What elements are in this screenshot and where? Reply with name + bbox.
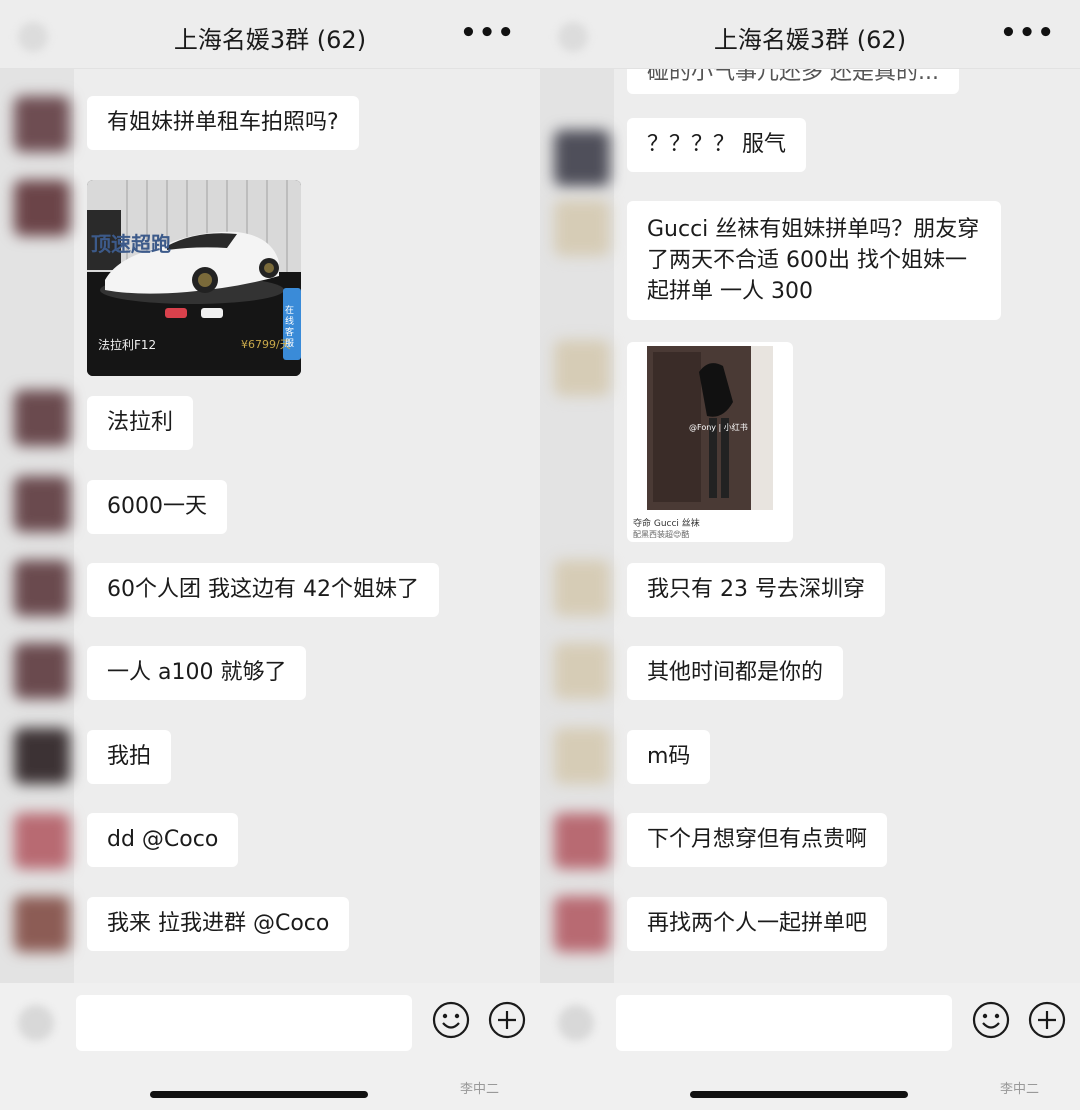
message-bubble[interactable]: 其他时间都是你的 <box>627 646 844 700</box>
image-subcaption: 配黑西装超😍酷 <box>633 530 690 539</box>
stockings-photo <box>647 346 773 510</box>
message-bubble[interactable]: 法拉利 <box>87 396 194 450</box>
chat-screen-right: 上海名媛3群 (62) ••• 碰的小气事儿还多 还是真的... ？？？？ 服气… <box>540 0 1080 1110</box>
message-bubble[interactable]: 一人 a100 就够了 <box>87 646 307 700</box>
input-bar: 李中二 <box>0 983 540 1110</box>
message-bubble[interactable]: m码 <box>627 730 711 784</box>
image-caption: 夺命 Gucci 丝袜 <box>633 519 700 529</box>
more-horizontal-icon[interactable]: ••• <box>1000 18 1056 48</box>
group-title: 上海名媛3群 (62) <box>173 26 367 54</box>
message-list: 碰的小气事儿还多 还是真的... ？？？？ 服气 Gucci 丝袜有姐妹拼单吗？… <box>540 68 1080 983</box>
message-bubble[interactable]: Gucci 丝袜有姐妹拼单吗？朋友穿了两天不合适 600出 找个姐妹一起拼单 一… <box>627 201 1001 320</box>
message-input[interactable] <box>616 995 952 1051</box>
emoji-icon[interactable] <box>432 1001 470 1039</box>
message-list: 有姐妹拼单租车拍照吗? 顶速超跑 法拉利F12 ¥6799/天 在线客服 法拉利… <box>0 68 540 983</box>
home-indicator <box>150 1091 368 1098</box>
chat-header: 上海名媛3群 (62) ••• <box>0 0 540 69</box>
chat-screen-left: 上海名媛3群 (62) ••• 有姐妹拼单租车拍照吗? 顶速超跑 法拉利F12 … <box>0 0 540 1110</box>
brand-text: 顶速超跑 <box>91 232 171 256</box>
message-bubble[interactable]: 再找两个人一起拼单吧 <box>627 897 888 951</box>
watermark: 李中二 <box>460 1082 500 1097</box>
message-bubble[interactable]: 我来 拉我进群 @Coco <box>87 897 350 951</box>
input-bar: 李中二 <box>540 983 1080 1110</box>
online-service-badge[interactable]: 在线客服 <box>285 306 297 350</box>
message-bubble[interactable]: 有姐妹拼单租车拍照吗? <box>87 96 359 150</box>
gucci-stockings-image[interactable]: @Fony | 小红书 夺命 Gucci 丝袜 配黑西装超😍酷 <box>627 342 793 542</box>
car-rental-image[interactable]: 顶速超跑 法拉利F12 ¥6799/天 在线客服 <box>87 180 301 376</box>
message-bubble[interactable]: dd @Coco <box>87 813 239 867</box>
message-bubble[interactable]: 60个人团 我这边有 42个姐妹了 <box>87 563 439 617</box>
message-bubble[interactable]: 6000一天 <box>87 480 227 534</box>
plus-icon[interactable] <box>488 1001 526 1039</box>
message-bubble[interactable]: 我只有 23 号去深圳穿 <box>627 563 885 617</box>
voice-icon[interactable] <box>18 1005 54 1041</box>
car-caption: 法拉利F12 <box>98 338 157 352</box>
image-tag: @Fony | 小红书 <box>689 423 748 432</box>
voice-icon[interactable] <box>558 1005 594 1041</box>
message-input[interactable] <box>76 995 412 1051</box>
message-bubble[interactable]: ？？？？ 服气 <box>627 118 806 172</box>
home-indicator <box>690 1091 908 1098</box>
more-horizontal-icon[interactable]: ••• <box>460 18 516 48</box>
group-title: 上海名媛3群 (62) <box>713 26 907 54</box>
car-price: ¥6799/天 <box>241 338 291 351</box>
emoji-icon[interactable] <box>972 1001 1010 1039</box>
message-bubble[interactable]: 下个月想穿但有点贵啊 <box>627 813 888 867</box>
plus-icon[interactable] <box>1028 1001 1066 1039</box>
message-bubble-partial[interactable]: 碰的小气事儿还多 还是真的... <box>627 68 959 94</box>
watermark: 李中二 <box>1000 1082 1040 1097</box>
message-bubble[interactable]: 我拍 <box>87 730 172 784</box>
chat-header: 上海名媛3群 (62) ••• <box>540 0 1080 69</box>
